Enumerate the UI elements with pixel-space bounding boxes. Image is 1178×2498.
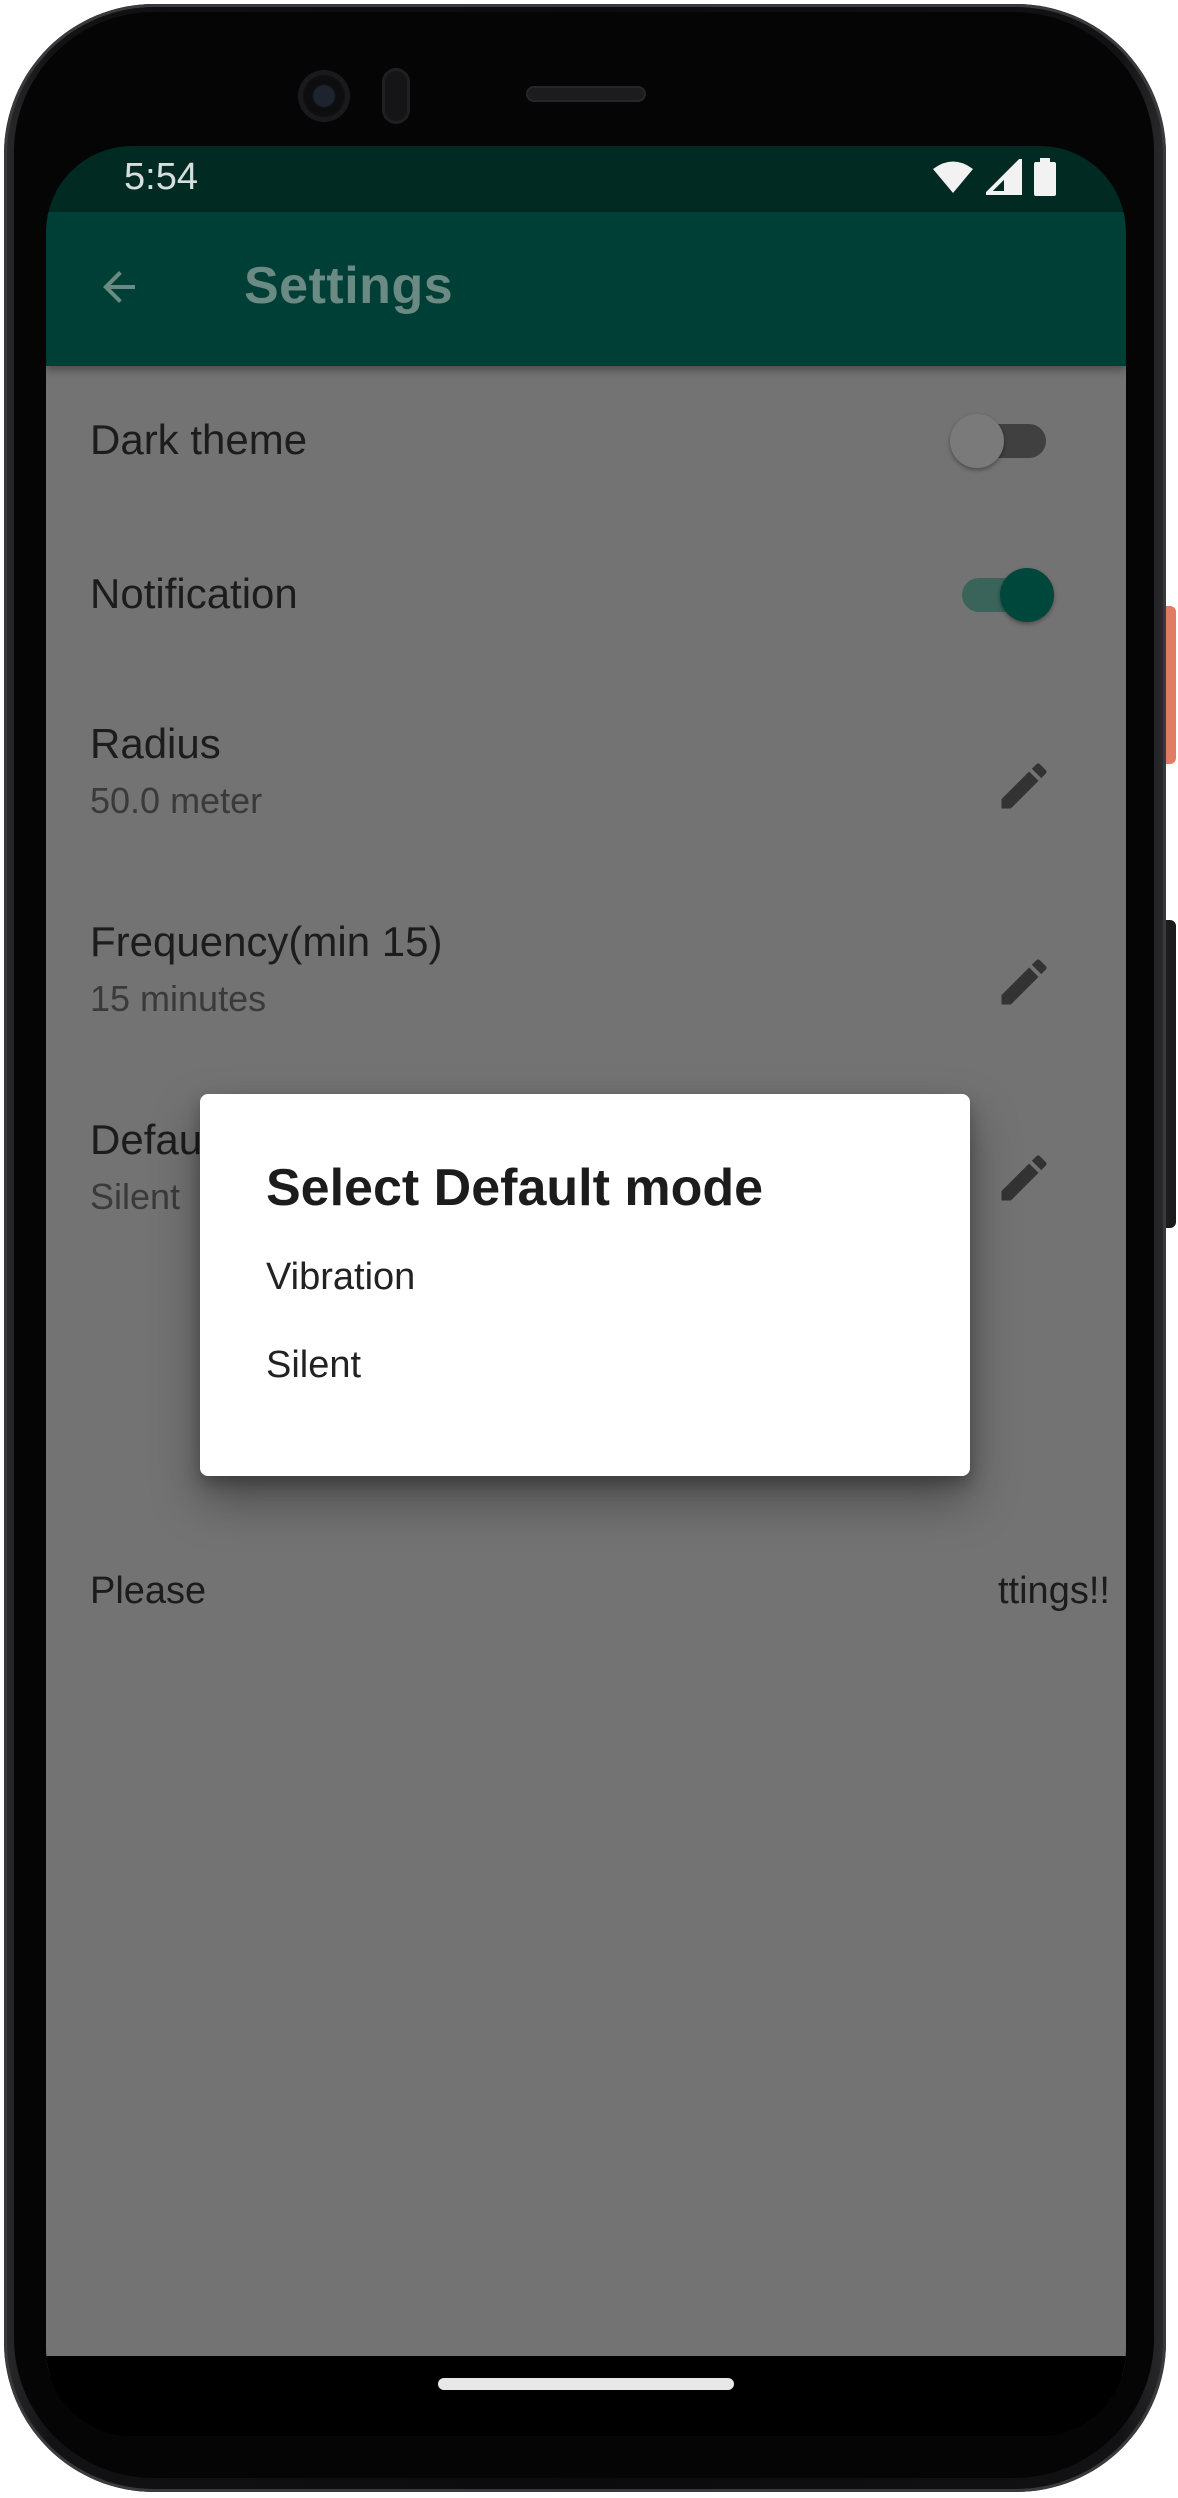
pencil-icon xyxy=(994,1148,1054,1213)
screen: 5:54 Settings Dark theme Notification Ra… xyxy=(46,146,1126,2436)
home-indicator[interactable] xyxy=(438,2378,734,2390)
proximity-sensor xyxy=(382,68,410,124)
page-title: Settings xyxy=(244,257,454,315)
setting-label: Notification xyxy=(90,570,298,617)
dialog-option-vibration[interactable]: Vibration xyxy=(200,1238,970,1320)
setting-value: Silent xyxy=(90,1176,181,1217)
setting-radius[interactable]: Radius 50.0 meter xyxy=(46,666,1126,864)
pencil-icon xyxy=(994,952,1054,1017)
setting-value: 50.0 meter xyxy=(90,780,263,821)
arrow-back-icon xyxy=(95,263,143,316)
app-bar: Settings xyxy=(46,212,1126,366)
dark-theme-toggle[interactable] xyxy=(950,412,1046,468)
setting-label: Defau xyxy=(90,1116,203,1163)
setting-label: Dark theme xyxy=(90,416,308,463)
volume-button[interactable] xyxy=(1166,920,1176,1228)
setting-label: Radius xyxy=(90,720,221,767)
pencil-icon xyxy=(994,756,1054,821)
info-message-start: Please xyxy=(90,1570,207,1612)
power-button[interactable] xyxy=(1166,606,1176,764)
battery-icon xyxy=(1034,157,1056,201)
toggle-thumb xyxy=(950,414,1004,468)
setting-notification[interactable]: Notification xyxy=(46,516,1126,666)
wifi-icon xyxy=(932,160,974,199)
phone-device: 5:54 Settings Dark theme Notification Ra… xyxy=(0,0,1178,2498)
info-message-end: ttings!! xyxy=(998,1570,1110,1612)
edit-default-mode-button[interactable] xyxy=(992,1148,1056,1212)
status-bar: 5:54 xyxy=(46,146,1126,212)
navigation-bar xyxy=(46,2356,1126,2436)
edit-radius-button[interactable] xyxy=(992,756,1056,820)
option-label: Vibration xyxy=(266,1256,416,1298)
setting-value: 15 minutes xyxy=(90,978,267,1019)
toggle-thumb xyxy=(1000,568,1054,622)
edit-frequency-button[interactable] xyxy=(992,952,1056,1016)
signal-icon xyxy=(983,155,1022,200)
setting-label: Frequency(min 15) xyxy=(90,918,443,965)
status-icons xyxy=(932,155,1056,201)
setting-frequency[interactable]: Frequency(min 15) 15 minutes xyxy=(46,864,1126,1062)
select-default-mode-dialog: Select Default mode Vibration Silent xyxy=(200,1094,970,1476)
info-message: Please ttings!! xyxy=(90,1570,1126,1613)
status-time: 5:54 xyxy=(124,156,198,198)
setting-dark-theme[interactable]: Dark theme xyxy=(46,366,1126,516)
earpiece-speaker xyxy=(526,86,646,102)
back-button[interactable] xyxy=(86,256,152,322)
dialog-title: Select Default mode xyxy=(266,1159,764,1217)
notification-toggle[interactable] xyxy=(956,566,1054,622)
front-camera xyxy=(298,70,350,122)
option-label: Silent xyxy=(266,1344,362,1386)
dialog-option-silent[interactable]: Silent xyxy=(200,1326,970,1408)
